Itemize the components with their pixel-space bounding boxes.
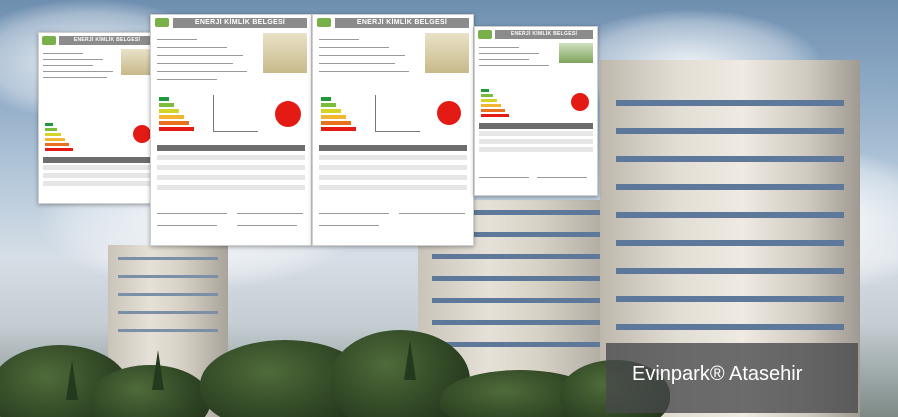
rating-dot <box>133 125 151 143</box>
rating-dot <box>571 93 589 111</box>
energy-certificate: ENERJİ KİMLİK BELGESİ <box>474 26 598 196</box>
project-title: Evinpark® Atasehir <box>632 363 803 385</box>
building-thumbnail <box>263 33 307 73</box>
logo <box>155 18 169 27</box>
energy-certificate: ENERJİ KİMLİK BELGESİ <box>312 14 474 246</box>
energy-certificate: ENERJİ KİMLİK BELGESİ <box>150 14 312 246</box>
logo <box>317 18 331 27</box>
tree <box>152 350 164 390</box>
energy-certificate: ENERJİ KİMLİK BELGESİ <box>38 32 160 204</box>
building-thumbnail <box>425 33 469 73</box>
building-thumbnail <box>559 43 593 63</box>
tree <box>404 340 416 380</box>
hero-banner: ENERJİ KİMLİK BELGESİ ENERJİ KİMLİK BELG… <box>0 0 898 417</box>
tree <box>66 360 78 400</box>
logo <box>478 30 492 39</box>
certificate-header: ENERJİ KİMLİK BELGESİ <box>59 36 155 45</box>
logo <box>42 36 56 45</box>
certificate-header: ENERJİ KİMLİK BELGESİ <box>495 30 593 39</box>
rating-dot <box>437 101 461 125</box>
rating-dot <box>275 101 301 127</box>
certificate-header: ENERJİ KİMLİK BELGESİ <box>173 18 307 28</box>
certificate-header: ENERJİ KİMLİK BELGESİ <box>335 18 469 28</box>
caption-box: Evinpark® Atasehir <box>606 343 858 413</box>
